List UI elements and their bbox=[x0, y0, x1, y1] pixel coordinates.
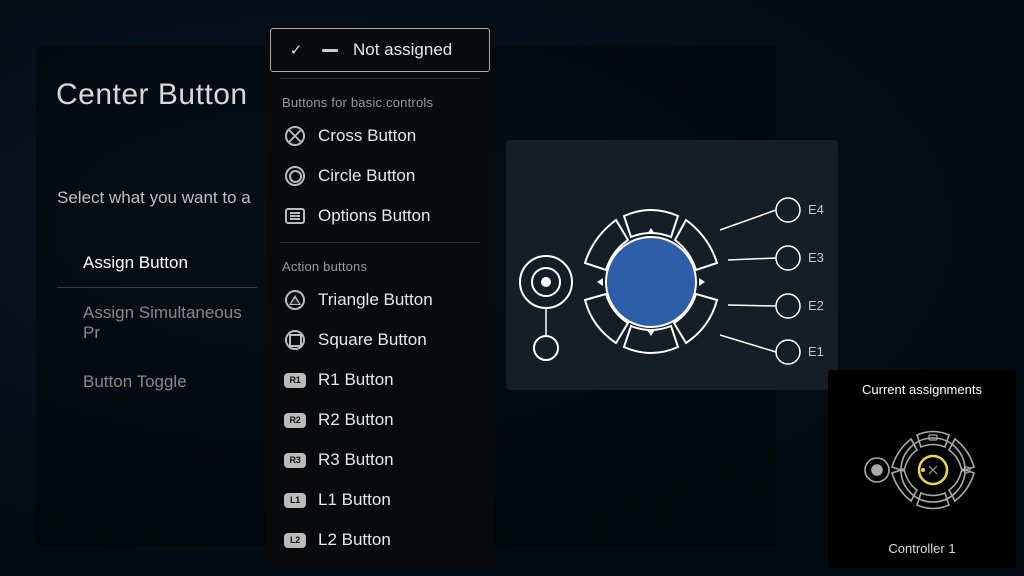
options-icon bbox=[284, 205, 306, 227]
menu-assign-simultaneous[interactable]: Assign Simultaneous Pr bbox=[57, 288, 257, 357]
assignment-dropdown[interactable]: Not assigned Buttons for basic controls … bbox=[266, 24, 494, 564]
dropdown-group-basic: Buttons for basic controls bbox=[266, 85, 494, 116]
dropdown-option-cross[interactable]: Cross Button bbox=[266, 116, 494, 156]
current-assignments: Current assignments Con bbox=[828, 370, 1016, 568]
l1-icon: L1 bbox=[284, 489, 306, 511]
cross-icon bbox=[284, 125, 306, 147]
menu-assign-button[interactable]: Assign Button bbox=[57, 238, 257, 288]
l2-icon: L2 bbox=[284, 529, 306, 551]
square-icon bbox=[284, 329, 306, 351]
dropdown-option-r2[interactable]: R2 R2 Button bbox=[266, 400, 494, 440]
dropdown-option-r3[interactable]: R3 R3 Button bbox=[266, 440, 494, 480]
r2-icon: R2 bbox=[284, 409, 306, 431]
triangle-icon bbox=[284, 289, 306, 311]
minus-icon bbox=[319, 39, 341, 61]
dropdown-option-circle[interactable]: Circle Button bbox=[266, 156, 494, 196]
check-icon bbox=[285, 39, 307, 61]
dropdown-option-square[interactable]: Square Button bbox=[266, 320, 494, 360]
dropdown-option-r1[interactable]: R1 R1 Button bbox=[266, 360, 494, 400]
controller-preview: E4 E3 E2 E1 bbox=[506, 140, 838, 390]
left-menu: Assign Button Assign Simultaneous Pr But… bbox=[57, 238, 257, 406]
controller-label: Controller 1 bbox=[888, 541, 955, 556]
ext-label-e4: E4 bbox=[808, 202, 824, 217]
ext-label-e1: E1 bbox=[808, 344, 824, 359]
menu-button-toggle[interactable]: Button Toggle bbox=[57, 357, 257, 406]
dropdown-label: Not assigned bbox=[353, 40, 452, 60]
assignments-diagram bbox=[857, 405, 987, 535]
r3-icon: R3 bbox=[284, 449, 306, 471]
divider bbox=[280, 242, 480, 243]
dropdown-option-triangle[interactable]: Triangle Button bbox=[266, 280, 494, 320]
page-title: Center Button bbox=[56, 78, 248, 112]
dropdown-option-not-assigned[interactable]: Not assigned bbox=[270, 28, 490, 72]
divider bbox=[280, 78, 480, 79]
dropdown-group-action: Action buttons bbox=[266, 249, 494, 280]
assignments-title: Current assignments bbox=[862, 382, 982, 397]
ext-label-e2: E2 bbox=[808, 298, 824, 313]
page-subtitle: Select what you want to a bbox=[57, 188, 251, 208]
r1-icon: R1 bbox=[284, 369, 306, 391]
dropdown-option-l2[interactable]: L2 L2 Button bbox=[266, 520, 494, 560]
ext-label-e3: E3 bbox=[808, 250, 824, 265]
circle-icon bbox=[284, 165, 306, 187]
dropdown-option-l1[interactable]: L1 L1 Button bbox=[266, 480, 494, 520]
dropdown-option-options[interactable]: Options Button bbox=[266, 196, 494, 236]
